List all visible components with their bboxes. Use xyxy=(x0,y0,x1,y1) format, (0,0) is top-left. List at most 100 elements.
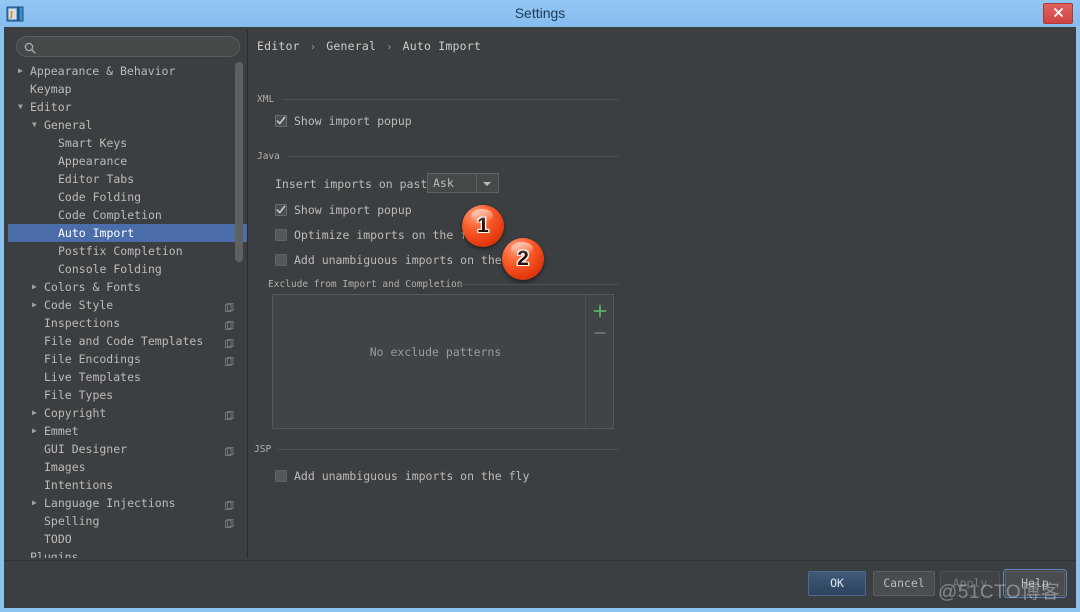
section-header-jsp: JSP xyxy=(254,444,271,455)
project-scope-icon xyxy=(225,300,234,310)
chevron-right-icon[interactable]: ▶ xyxy=(18,62,23,80)
sidebar-item-appearance-behavior[interactable]: ▶ Appearance & Behavior xyxy=(8,62,248,80)
chevron-right-icon[interactable]: ▶ xyxy=(32,296,37,314)
checkbox-box xyxy=(275,204,287,216)
annotation-badge-1: 1 xyxy=(462,205,504,247)
sidebar-item-keymap[interactable]: Keymap xyxy=(8,80,248,98)
sidebar-item-smart-keys[interactable]: Smart Keys xyxy=(8,134,248,152)
search-field[interactable] xyxy=(16,36,240,57)
section-header-exclude: Exclude from Import and Completion xyxy=(268,279,462,290)
sidebar-item-label: Console Folding xyxy=(58,260,162,278)
ok-button[interactable]: OK xyxy=(808,571,866,596)
section-rule-java xyxy=(287,156,618,157)
sidebar-item-appearance[interactable]: Appearance xyxy=(8,152,248,170)
sidebar-item-label: Postfix Completion xyxy=(58,242,183,260)
remove-icon[interactable] xyxy=(592,325,608,341)
breadcrumb-separator: › xyxy=(383,42,395,53)
annotation-badge-2: 2 xyxy=(502,238,544,280)
chevron-right-icon[interactable]: ▶ xyxy=(32,278,37,296)
sidebar-item-label: GUI Designer xyxy=(44,440,127,458)
breadcrumb: Editor › General › Auto Import xyxy=(257,39,481,53)
sidebar-item-file-and-code-templates[interactable]: File and Code Templates xyxy=(8,332,248,350)
chevron-right-icon[interactable]: ▶ xyxy=(32,494,37,512)
sidebar-item-label: Colors & Fonts xyxy=(44,278,141,296)
sidebar-item-code-style[interactable]: ▶ Code Style xyxy=(8,296,248,314)
sidebar-item-code-completion[interactable]: Code Completion xyxy=(8,206,248,224)
sidebar-item-label: Images xyxy=(44,458,86,476)
breadcrumb-item-editor[interactable]: Editor xyxy=(257,39,300,53)
project-scope-icon xyxy=(225,408,234,418)
sidebar-item-editor[interactable]: ▼ Editor xyxy=(8,98,248,116)
insert-imports-on-paste-label: Insert imports on paste: xyxy=(275,177,441,191)
insert-imports-select[interactable]: Ask xyxy=(427,173,477,193)
sidebar-item-images[interactable]: Images xyxy=(8,458,248,476)
chevron-down-icon[interactable]: ▼ xyxy=(18,98,23,116)
sidebar-item-label: File Encodings xyxy=(44,350,141,368)
sidebar-item-todo[interactable]: TODO xyxy=(8,530,248,548)
sidebar-item-gui-designer[interactable]: GUI Designer xyxy=(8,440,248,458)
title-bar: J Settings xyxy=(0,0,1080,27)
chevron-down-icon[interactable]: ▼ xyxy=(32,116,37,134)
sidebar-item-label: Live Templates xyxy=(44,368,141,386)
sidebar-item-label: Code Style xyxy=(44,296,113,314)
sidebar-item-inspections[interactable]: Inspections xyxy=(8,314,248,332)
sidebar-item-language-injections[interactable]: ▶ Language Injections xyxy=(8,494,248,512)
checkbox-box xyxy=(275,115,287,127)
sidebar-item-auto-import[interactable]: Auto Import xyxy=(8,224,248,242)
window-title: Settings xyxy=(0,0,1080,27)
sidebar-item-label: Spelling xyxy=(44,512,99,530)
breadcrumb-item-general[interactable]: General xyxy=(326,39,376,53)
sidebar-item-label: Intentions xyxy=(44,476,113,494)
section-rule-jsp xyxy=(277,449,618,450)
exclude-patterns-list[interactable]: No exclude patterns xyxy=(272,294,614,429)
sidebar-item-copyright[interactable]: ▶Copyright xyxy=(8,404,248,422)
checkbox-label: Optimize imports on the fly xyxy=(294,228,481,243)
sidebar-item-label: Editor xyxy=(30,98,72,116)
sidebar-item-code-folding[interactable]: Code Folding xyxy=(8,188,248,206)
sidebar-item-label: Plugins xyxy=(30,548,78,558)
sidebar-item-label: Language Injections xyxy=(44,494,176,512)
project-scope-icon xyxy=(225,318,234,328)
sidebar-item-spelling[interactable]: Spelling xyxy=(8,512,248,530)
sidebar-item-emmet[interactable]: ▶ Emmet xyxy=(8,422,248,440)
sidebar-item-postfix-completion[interactable]: Postfix Completion xyxy=(8,242,248,260)
sidebar-item-label: Inspections xyxy=(44,314,120,332)
sidebar-scrollbar-thumb[interactable] xyxy=(235,62,243,262)
sidebar-item-label: Emmet xyxy=(44,422,79,440)
sidebar-item-plugins[interactable]: Plugins xyxy=(8,548,248,558)
sidebar-item-label: File and Code Templates xyxy=(44,332,203,350)
add-icon[interactable] xyxy=(592,303,608,319)
sidebar-item-live-templates[interactable]: Live Templates xyxy=(8,368,248,386)
checkbox-box xyxy=(275,470,287,482)
dialog-footer: OK Cancel Apply Help xyxy=(4,560,1076,608)
help-button[interactable]: Help xyxy=(1005,571,1065,596)
breadcrumb-separator: › xyxy=(307,42,319,53)
sidebar-item-label: General xyxy=(44,116,92,134)
checkbox-label: Show import popup xyxy=(294,203,412,218)
checkbox-label: Add unambiguous imports on the fly xyxy=(294,469,529,484)
chevron-right-icon[interactable]: ▶ xyxy=(32,422,37,440)
breadcrumb-item-auto-import: Auto Import xyxy=(403,39,481,53)
checkbox-box xyxy=(275,254,287,266)
sidebar-item-label: Editor Tabs xyxy=(58,170,134,188)
sidebar-item-label: Appearance & Behavior xyxy=(30,62,175,80)
sidebar-item-file-types[interactable]: File Types xyxy=(8,386,248,404)
sidebar-item-intentions[interactable]: Intentions xyxy=(8,476,248,494)
settings-content-panel: Editor › General › Auto Import XML Show … xyxy=(249,30,1072,558)
sidebar-item-general[interactable]: ▼ General xyxy=(8,116,248,134)
chevron-down-icon[interactable] xyxy=(477,173,499,193)
sidebar-item-file-encodings[interactable]: File Encodings xyxy=(8,350,248,368)
chevron-right-icon[interactable]: ▶ xyxy=(32,404,37,422)
section-header-xml: XML xyxy=(257,94,274,105)
section-header-java: Java xyxy=(257,151,280,162)
exclude-empty-message: No exclude patterns xyxy=(273,345,598,359)
search-input[interactable] xyxy=(42,36,236,59)
sidebar-item-colors-fonts[interactable]: ▶ Colors & Fonts xyxy=(8,278,248,296)
sidebar-item-editor-tabs[interactable]: Editor Tabs xyxy=(8,170,248,188)
sidebar-item-console-folding[interactable]: Console Folding xyxy=(8,260,248,278)
settings-sidebar: ▶Appearance & BehaviorKeymap▼Editor▼Gene… xyxy=(8,30,248,558)
sidebar-item-label: Code Folding xyxy=(58,188,141,206)
close-icon[interactable] xyxy=(1043,3,1073,24)
cancel-button[interactable]: Cancel xyxy=(873,571,935,596)
sidebar-item-label: TODO xyxy=(44,530,72,548)
